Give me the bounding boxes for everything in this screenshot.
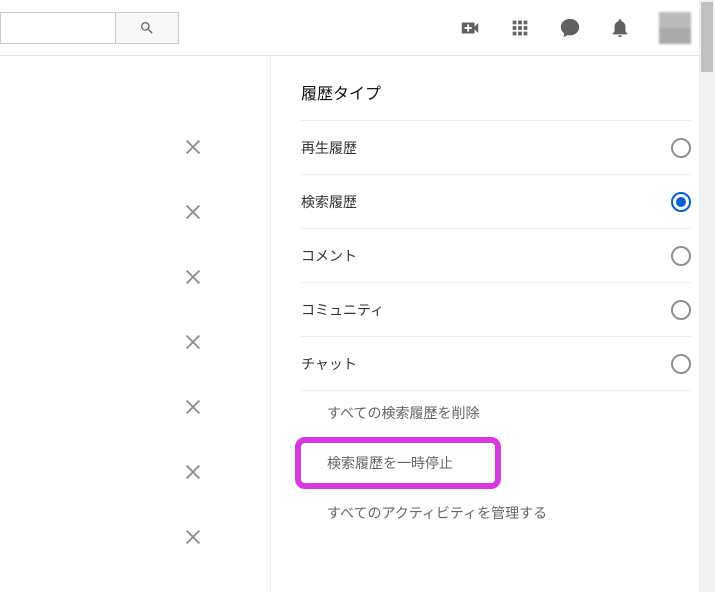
close-icon [182,136,204,158]
remove-item-button[interactable] [180,264,206,290]
scrollbar[interactable] [699,0,715,592]
close-icon [182,266,204,288]
remove-item-button[interactable] [180,199,206,225]
scrollbar-thumb[interactable] [701,2,713,72]
history-type-option[interactable]: 検索履歴 [301,175,691,229]
radio-icon [671,192,691,212]
video-add-icon[interactable] [459,17,481,39]
manage-activity-link[interactable]: すべてのアクティビティを管理する [301,491,691,535]
avatar[interactable] [659,12,691,44]
option-label: 検索履歴 [301,192,357,212]
apps-icon[interactable] [509,17,531,39]
radio-icon [671,138,691,158]
search-container [0,12,179,44]
close-icon [182,526,204,548]
radio-icon [671,246,691,266]
highlight-annotation: 検索履歴を一時停止 [295,437,501,489]
clear-all-link[interactable]: すべての検索履歴を削除 [301,391,691,435]
search-input[interactable] [0,12,115,44]
history-list-column [0,56,270,592]
option-label: 再生履歴 [301,138,357,158]
history-type-option[interactable]: コミュニティ [301,283,691,337]
option-label: コメント [301,246,357,266]
close-icon [182,201,204,223]
app-header [0,0,715,56]
option-label: チャット [301,354,357,374]
header-actions [459,12,715,44]
remove-item-button[interactable] [180,134,206,160]
remove-item-button[interactable] [180,329,206,355]
chat-icon[interactable] [559,17,581,39]
remove-item-button[interactable] [180,394,206,420]
search-button[interactable] [115,12,179,44]
close-icon [182,396,204,418]
section-title: 履歴タイプ [301,80,691,121]
pause-history-link[interactable]: 検索履歴を一時停止 [327,453,495,473]
remove-item-button[interactable] [180,459,206,485]
remove-item-button[interactable] [180,524,206,550]
bell-icon[interactable] [609,17,631,39]
close-icon [182,331,204,353]
history-type-option[interactable]: 再生履歴 [301,121,691,175]
radio-icon [671,300,691,320]
option-label: コミュニティ [301,300,384,320]
history-type-option[interactable]: コメント [301,229,691,283]
radio-icon [671,354,691,374]
close-icon [182,461,204,483]
history-type-option[interactable]: チャット [301,337,691,391]
history-type-panel: 履歴タイプ 再生履歴検索履歴コメントコミュニティチャット すべての検索履歴を削除… [270,56,715,592]
search-icon [139,20,155,36]
